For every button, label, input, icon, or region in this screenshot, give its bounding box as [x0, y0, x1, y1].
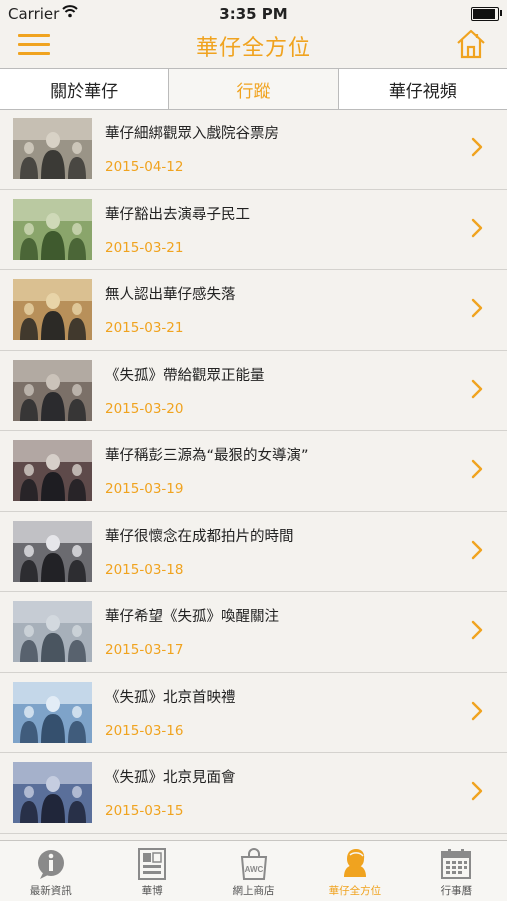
segment-about[interactable]: 關於華仔: [0, 69, 170, 109]
news-title: 華仔細綁觀眾入戲院谷票房: [105, 126, 279, 142]
tab-label: 最新資訊: [29, 885, 72, 897]
battery-tip: [500, 10, 502, 16]
news-title: 《失孤》北京首映禮: [105, 689, 236, 706]
info-icon: [37, 850, 64, 879]
news-date: 2015-03-21: [105, 320, 184, 336]
news-thumbnail: [13, 681, 92, 743]
news-date: 2015-03-16: [105, 722, 184, 739]
chevron-right-icon: [471, 620, 483, 640]
page-title: 華仔全方位: [195, 36, 311, 61]
news-thumbnail: [13, 359, 92, 421]
tab-online-store[interactable]: AWC 網上商店: [203, 841, 304, 901]
news-thumbnail: [13, 601, 92, 662]
status-bar: Carrier 3:35 PM: [0, 0, 507, 26]
list-item[interactable]: 無人認出華仔感失落 2015-03-21: [0, 270, 507, 351]
list-item[interactable]: 《失孤》帶給觀眾正能量 2015-03-20: [0, 351, 507, 431]
news-date: 2015-03-20: [105, 400, 184, 417]
news-date: 2015-03-19: [105, 481, 184, 497]
chevron-right-icon: [471, 459, 483, 479]
calendar-icon: [441, 849, 472, 879]
segment-whereabouts[interactable]: 行蹤: [169, 69, 339, 109]
tab-blog[interactable]: 華博: [101, 841, 202, 901]
tab-bar: 最新資訊 華博 AWC 網上商店 華仔全方位 行事曆: [0, 840, 507, 901]
news-title: 華仔稱彭三源為“最狠的女導演”: [105, 448, 309, 464]
list-item[interactable]: 華仔希望《失孤》喚醒關注 2015-03-17: [0, 592, 507, 673]
news-title: 《失孤》帶給觀眾正能量: [105, 367, 265, 384]
news-title: 華仔很懷念在成都拍片的時間: [105, 528, 294, 545]
chevron-right-icon: [471, 781, 483, 801]
battery-icon: [471, 7, 499, 21]
blog-icon: [138, 848, 167, 880]
chevron-right-icon: [471, 218, 483, 237]
tab-calendar[interactable]: 行事曆: [406, 841, 507, 901]
news-thumbnail: [13, 118, 92, 179]
news-title: 華仔希望《失孤》喚醒關注: [105, 609, 279, 625]
home-icon[interactable]: [455, 28, 487, 60]
tab-label: 華仔全方位: [328, 885, 382, 897]
list-item[interactable]: 華仔豁出去演尋子民工 2015-03-21: [0, 190, 507, 270]
tab-label: 行事曆: [440, 885, 473, 897]
segment-videos[interactable]: 華仔視頻: [338, 69, 507, 109]
news-date: 2015-03-21: [105, 239, 184, 256]
chevron-right-icon: [471, 540, 483, 559]
news-thumbnail: [13, 520, 92, 582]
shopping-bag-icon: AWC: [240, 848, 267, 880]
news-thumbnail: [13, 762, 92, 823]
svg-text:AWC: AWC: [244, 865, 263, 874]
list-item[interactable]: 《失孤》北京見面會 2015-03-15: [0, 753, 507, 834]
list-item[interactable]: 華仔細綁觀眾入戲院谷票房 2015-04-12: [0, 109, 507, 190]
news-date: 2015-03-17: [105, 642, 184, 658]
news-date: 2015-03-15: [105, 803, 184, 819]
status-time: 3:35 PM: [219, 5, 288, 23]
list-item[interactable]: 華仔稱彭三源為“最狠的女導演” 2015-03-19: [0, 431, 507, 512]
news-thumbnail: [13, 198, 92, 260]
list-item[interactable]: 華仔很懷念在成都拍片的時間 2015-03-18: [0, 512, 507, 592]
chevron-right-icon: [471, 701, 483, 720]
list-item[interactable]: 《失孤》北京首映禮 2015-03-16: [0, 673, 507, 753]
tab-profile[interactable]: 華仔全方位: [304, 841, 405, 901]
navigation-bar: 華仔全方位: [0, 26, 507, 66]
tab-latest-news[interactable]: 最新資訊: [0, 841, 101, 901]
chevron-right-icon: [471, 298, 483, 318]
news-thumbnail: [13, 440, 92, 501]
chevron-right-icon: [471, 137, 483, 157]
profile-icon: [343, 849, 366, 877]
news-date: 2015-03-18: [105, 561, 184, 578]
news-title: 無人認出華仔感失落: [105, 287, 236, 303]
news-date: 2015-04-12: [105, 159, 184, 175]
news-title: 《失孤》北京見面會: [105, 770, 236, 786]
news-thumbnail: [13, 279, 92, 340]
chevron-right-icon: [471, 379, 483, 398]
news-list: 華仔細綁觀眾入戲院谷票房 2015-04-12 華仔豁出去演尋子民工 2015-03-…: [0, 109, 507, 840]
tab-label: 網上商店: [232, 885, 275, 897]
news-title: 華仔豁出去演尋子民工: [105, 206, 250, 223]
segmented-control: 關於華仔 行蹤 華仔視頻: [0, 68, 507, 110]
tab-label: 華博: [141, 885, 163, 897]
